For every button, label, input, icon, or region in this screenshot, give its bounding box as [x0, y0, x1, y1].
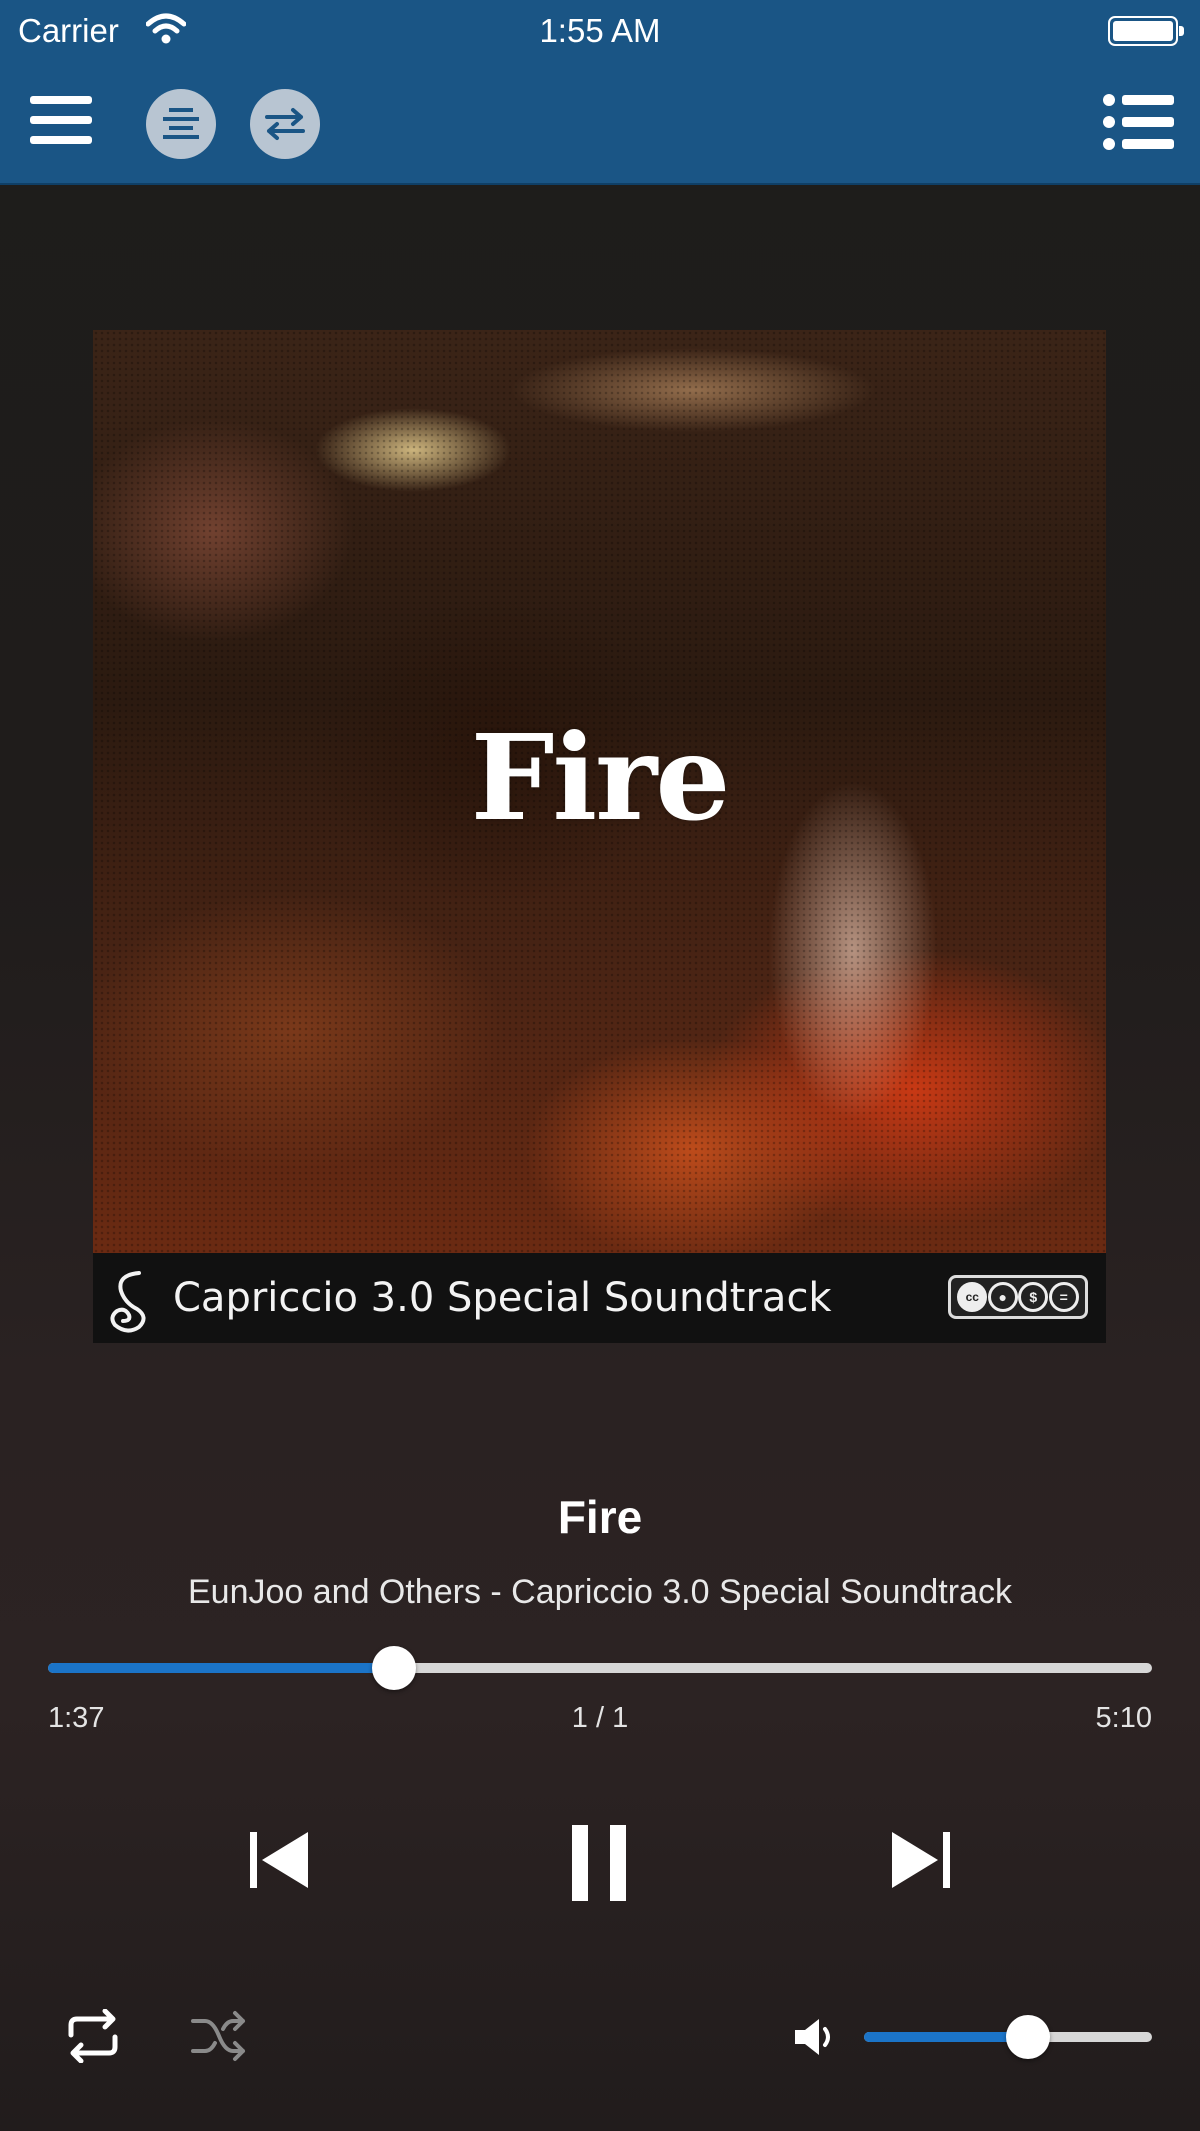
- previous-icon: [250, 1832, 308, 1888]
- artwork-title: Fire: [470, 708, 731, 847]
- pause-button[interactable]: [560, 1818, 640, 1908]
- cc-icon: cc: [957, 1282, 988, 1312]
- status-time: 1:55 AM: [539, 12, 661, 49]
- artwork-banner-text: Capriccio 3.0 Special Soundtrack: [173, 1275, 832, 1321]
- status-bar: Carrier 1:55 AM: [0, 0, 1200, 62]
- volume-icon: [792, 2014, 838, 2060]
- top-bar: Carrier 1:55 AM: [0, 0, 1200, 185]
- previous-button[interactable]: [240, 1820, 320, 1900]
- shuffle-button[interactable]: [186, 2006, 252, 2066]
- playlist-button[interactable]: [1102, 92, 1174, 152]
- cc-license-badge: cc ● $ =: [948, 1275, 1088, 1319]
- align-center-icon: [163, 108, 199, 139]
- volume-filled: [864, 2032, 1029, 2042]
- menu-icon: [30, 96, 92, 144]
- progress-slider[interactable]: [48, 1646, 1152, 1690]
- capriccio-logo-icon: [110, 1271, 146, 1333]
- repeat-button[interactable]: [60, 2006, 126, 2066]
- menu-button[interactable]: [30, 92, 94, 148]
- cc-by-icon: ●: [987, 1282, 1018, 1312]
- battery-icon: [1108, 16, 1184, 46]
- volume-thumb[interactable]: [1006, 2015, 1051, 2059]
- shuffle-icon: [191, 2011, 245, 2061]
- artwork-banner: Capriccio 3.0 Special Soundtrack cc ● $ …: [93, 1253, 1106, 1343]
- repeat-icon: [68, 2009, 118, 2063]
- total-time: 5:10: [1095, 1702, 1152, 1734]
- swap-button[interactable]: [250, 89, 320, 159]
- list-icon: [1103, 94, 1174, 150]
- swap-icon: [265, 108, 305, 140]
- progress-filled: [48, 1663, 394, 1673]
- progress-thumb[interactable]: [371, 1646, 416, 1690]
- queue-position: 1 / 1: [571, 1702, 629, 1734]
- track-subtitle: EunJoo and Others - Capriccio 3.0 Specia…: [187, 1573, 1012, 1611]
- pause-icon: [572, 1825, 626, 1901]
- align-button[interactable]: [146, 89, 216, 159]
- cc-nd-icon: =: [1048, 1282, 1079, 1312]
- volume-slider[interactable]: [864, 2015, 1152, 2059]
- next-icon: [892, 1832, 950, 1888]
- album-artwork: Fire Capriccio 3.0 Special Soundtrack cc…: [93, 330, 1106, 1343]
- next-button[interactable]: [880, 1820, 960, 1900]
- track-title: Fire: [557, 1491, 643, 1543]
- cc-nc-icon: $: [1018, 1282, 1049, 1312]
